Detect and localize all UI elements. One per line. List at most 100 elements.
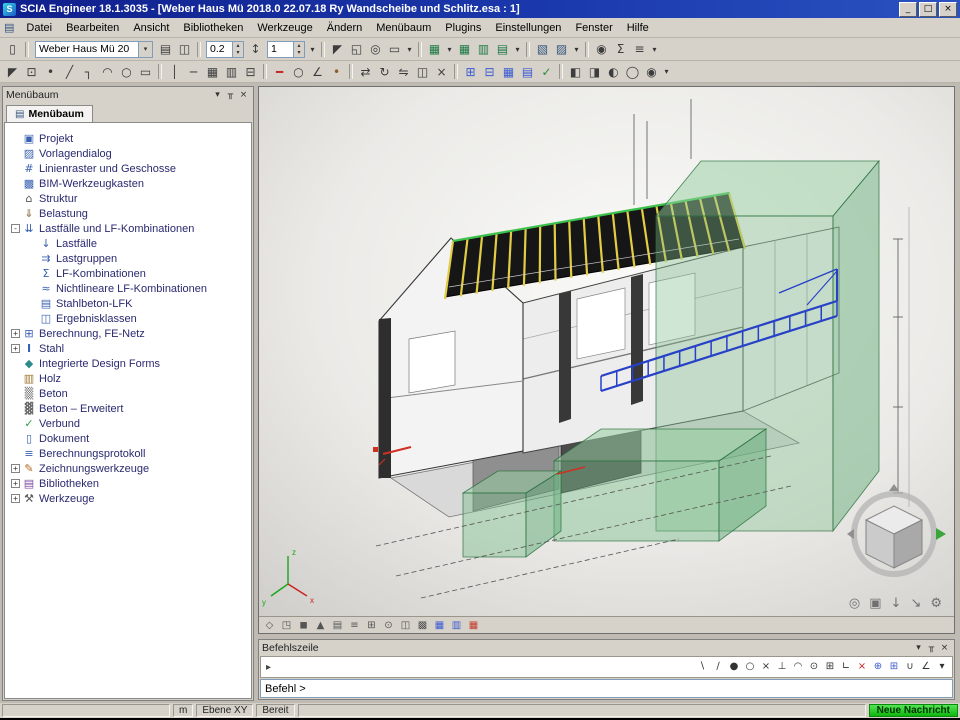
- vp-settings-icon[interactable]: ⚙: [930, 596, 942, 611]
- tree-item-dokument[interactable]: ▯Dokument: [5, 431, 251, 446]
- zoom-all-icon[interactable]: ◎: [366, 40, 385, 58]
- spin-down-icon[interactable]: ▾: [293, 49, 304, 57]
- tree-item-bim-werkzeugkasten[interactable]: ▩BIM-Werkzeugkasten: [5, 176, 251, 191]
- snap-center-icon[interactable]: ⊙: [806, 659, 822, 674]
- activity-icon[interactable]: ◫: [175, 40, 194, 58]
- tree-item-lf-kombinationen[interactable]: ΣLF-Kombinationen: [5, 266, 251, 281]
- tree-item-nichtlineare-lf-kombinationen[interactable]: ≈Nichtlineare LF-Kombinationen: [5, 281, 251, 296]
- close-button[interactable]: ×: [939, 2, 957, 17]
- tree-item-beton-erweitert[interactable]: ▓Beton – Erweitert: [5, 401, 251, 416]
- layer-combo[interactable]: Weber Haus Mü 20▾: [35, 41, 153, 58]
- vp-isometric-icon[interactable]: ▣: [869, 596, 881, 611]
- spin-up-icon[interactable]: ▴: [293, 42, 304, 50]
- table-results-icon[interactable]: ▦: [455, 40, 474, 58]
- wireframe-icon[interactable]: ◯: [623, 63, 642, 81]
- picture-gallery-icon[interactable]: ▧: [533, 40, 552, 58]
- snap-off-icon[interactable]: ×: [854, 659, 870, 674]
- check-green-icon[interactable]: ✓: [537, 63, 556, 81]
- tree-item-stahlbeton-lfk[interactable]: ▤Stahlbeton-LFK: [5, 296, 251, 311]
- tree-item-linienraster-und-geschosse[interactable]: #Linienraster und Geschosse: [5, 161, 251, 176]
- menu-werkzeuge[interactable]: Werkzeuge: [250, 20, 319, 36]
- menu-menübaum[interactable]: Menübaum: [369, 20, 438, 36]
- delete-tool-icon[interactable]: ×: [432, 63, 451, 81]
- section-blue-icon[interactable]: ⊟: [480, 63, 499, 81]
- text-scale-icon[interactable]: ↕: [246, 40, 265, 58]
- tree-item-vorlagendialog[interactable]: ▨Vorlagendialog: [5, 146, 251, 161]
- snap-grid-icon[interactable]: ⊞: [822, 659, 838, 674]
- menu-bearbeiten[interactable]: Bearbeiten: [59, 20, 126, 36]
- options-icon[interactable]: ≡: [630, 40, 649, 58]
- vp-zoom-icon[interactable]: ◎: [849, 596, 860, 611]
- tree-item-stahl[interactable]: +IStahl: [5, 341, 251, 356]
- point-tool-icon[interactable]: •: [327, 63, 346, 81]
- visibility-icon[interactable]: ◉: [642, 63, 661, 81]
- grid-blue-icon[interactable]: ⊞: [461, 63, 480, 81]
- snap-grid-blue-icon[interactable]: ⊞: [886, 659, 902, 674]
- snap-line-icon[interactable]: ∖: [694, 659, 710, 674]
- tree-item-projekt[interactable]: ▣Projekt: [5, 131, 251, 146]
- expand-expander[interactable]: +: [11, 479, 20, 488]
- tab-menubaum[interactable]: ▤ Menübaum: [6, 105, 93, 122]
- grid-strip-icon[interactable]: ⊞: [363, 618, 380, 632]
- render-shaded-icon[interactable]: ◼: [295, 618, 312, 632]
- print-icon[interactable]: ▭: [385, 40, 404, 58]
- spin-arrows[interactable]: ▴▾: [293, 42, 304, 57]
- wall-tool-icon[interactable]: ▥: [222, 63, 241, 81]
- snap-settings-caret[interactable]: ▾: [934, 659, 950, 674]
- tree-item-lastfälle-und-lf-kombinationen[interactable]: -⇊Lastfälle und LF-Kombinationen: [5, 221, 251, 236]
- maximize-button[interactable]: □: [919, 2, 937, 17]
- spin-down-icon[interactable]: ▾: [232, 49, 243, 57]
- snap-ortho-icon[interactable]: ∟: [838, 659, 854, 674]
- table-strip2-icon[interactable]: ▥: [448, 618, 465, 632]
- combo-caret-icon[interactable]: ▾: [138, 42, 152, 57]
- clip-right-icon[interactable]: ◨: [585, 63, 604, 81]
- menu-datei[interactable]: Datei: [19, 20, 59, 36]
- menu-hilfe[interactable]: Hilfe: [620, 20, 656, 36]
- snap-midpoint-icon[interactable]: ●: [726, 659, 742, 674]
- table-composer-icon[interactable]: ▥: [474, 40, 493, 58]
- minimize-button[interactable]: _: [899, 2, 917, 17]
- menu-fenster[interactable]: Fenster: [568, 20, 619, 36]
- menu-einstellungen[interactable]: Einstellungen: [488, 20, 568, 36]
- layers-blue-icon[interactable]: ▤: [518, 63, 537, 81]
- red-beam-icon[interactable]: ━: [270, 63, 289, 81]
- tree-item-struktur[interactable]: ⌂Struktur: [5, 191, 251, 206]
- zoom-caret[interactable]: ▾: [404, 40, 415, 58]
- calculator-icon[interactable]: Σ: [611, 40, 630, 58]
- expand-expander[interactable]: +: [11, 494, 20, 503]
- rotate-tool-icon[interactable]: ↻: [375, 63, 394, 81]
- snap-intersection-icon[interactable]: ×: [758, 659, 774, 674]
- expand-expander[interactable]: +: [11, 329, 20, 338]
- tree-item-lastfälle[interactable]: ↓Lastfälle: [5, 236, 251, 251]
- tree-item-belastung[interactable]: ⇓Belastung: [5, 206, 251, 221]
- rectangle-tool-icon[interactable]: ▭: [136, 63, 155, 81]
- options-caret[interactable]: ▾: [649, 40, 660, 58]
- tree-item-ergebnisklassen[interactable]: ◫Ergebnisklassen: [5, 311, 251, 326]
- spin-arrows[interactable]: ▴▾: [232, 42, 243, 57]
- snap-tangent-icon[interactable]: ◠: [790, 659, 806, 674]
- load-case-caret[interactable]: ▾: [307, 40, 318, 58]
- tree-item-integrierte-design-forms[interactable]: ◆Integrierte Design Forms: [5, 356, 251, 371]
- move-tool-icon[interactable]: ⇄: [356, 63, 375, 81]
- tree-item-bibliotheken[interactable]: +▤Bibliotheken: [5, 476, 251, 491]
- named-views-icon[interactable]: ▤: [329, 618, 346, 632]
- tree-item-beton[interactable]: ▒Beton: [5, 386, 251, 401]
- column-tool-icon[interactable]: │: [165, 63, 184, 81]
- tree-item-berechnung-fe-netz[interactable]: +⊞Berechnung, FE-Netz: [5, 326, 251, 341]
- collapse-expander[interactable]: -: [11, 224, 20, 233]
- table-strip-icon[interactable]: ▦: [431, 618, 448, 632]
- report-caret[interactable]: ▾: [512, 40, 523, 58]
- tree-item-zeichnungswerkzeuge[interactable]: +✎Zeichnungswerkzeuge: [5, 461, 251, 476]
- copy-tool-icon[interactable]: ◫: [413, 63, 432, 81]
- select-arrow-icon[interactable]: ◤: [3, 63, 22, 81]
- vp-fit-icon[interactable]: ↘: [910, 596, 921, 611]
- tree-item-berechnungsprotokoll[interactable]: ≡Berechnungsprotokoll: [5, 446, 251, 461]
- paperspace-icon[interactable]: ▨: [552, 40, 571, 58]
- active-document-strip-icon[interactable]: ▦: [465, 618, 482, 632]
- menu-bibliotheken[interactable]: Bibliotheken: [176, 20, 250, 36]
- spin-up-icon[interactable]: ▴: [232, 42, 243, 50]
- panel-menu-icon[interactable]: ▾: [912, 642, 925, 654]
- clipping-strip-icon[interactable]: ▩: [414, 618, 431, 632]
- panel-menu-icon[interactable]: ▾: [211, 89, 224, 101]
- node-tool-icon[interactable]: •: [41, 63, 60, 81]
